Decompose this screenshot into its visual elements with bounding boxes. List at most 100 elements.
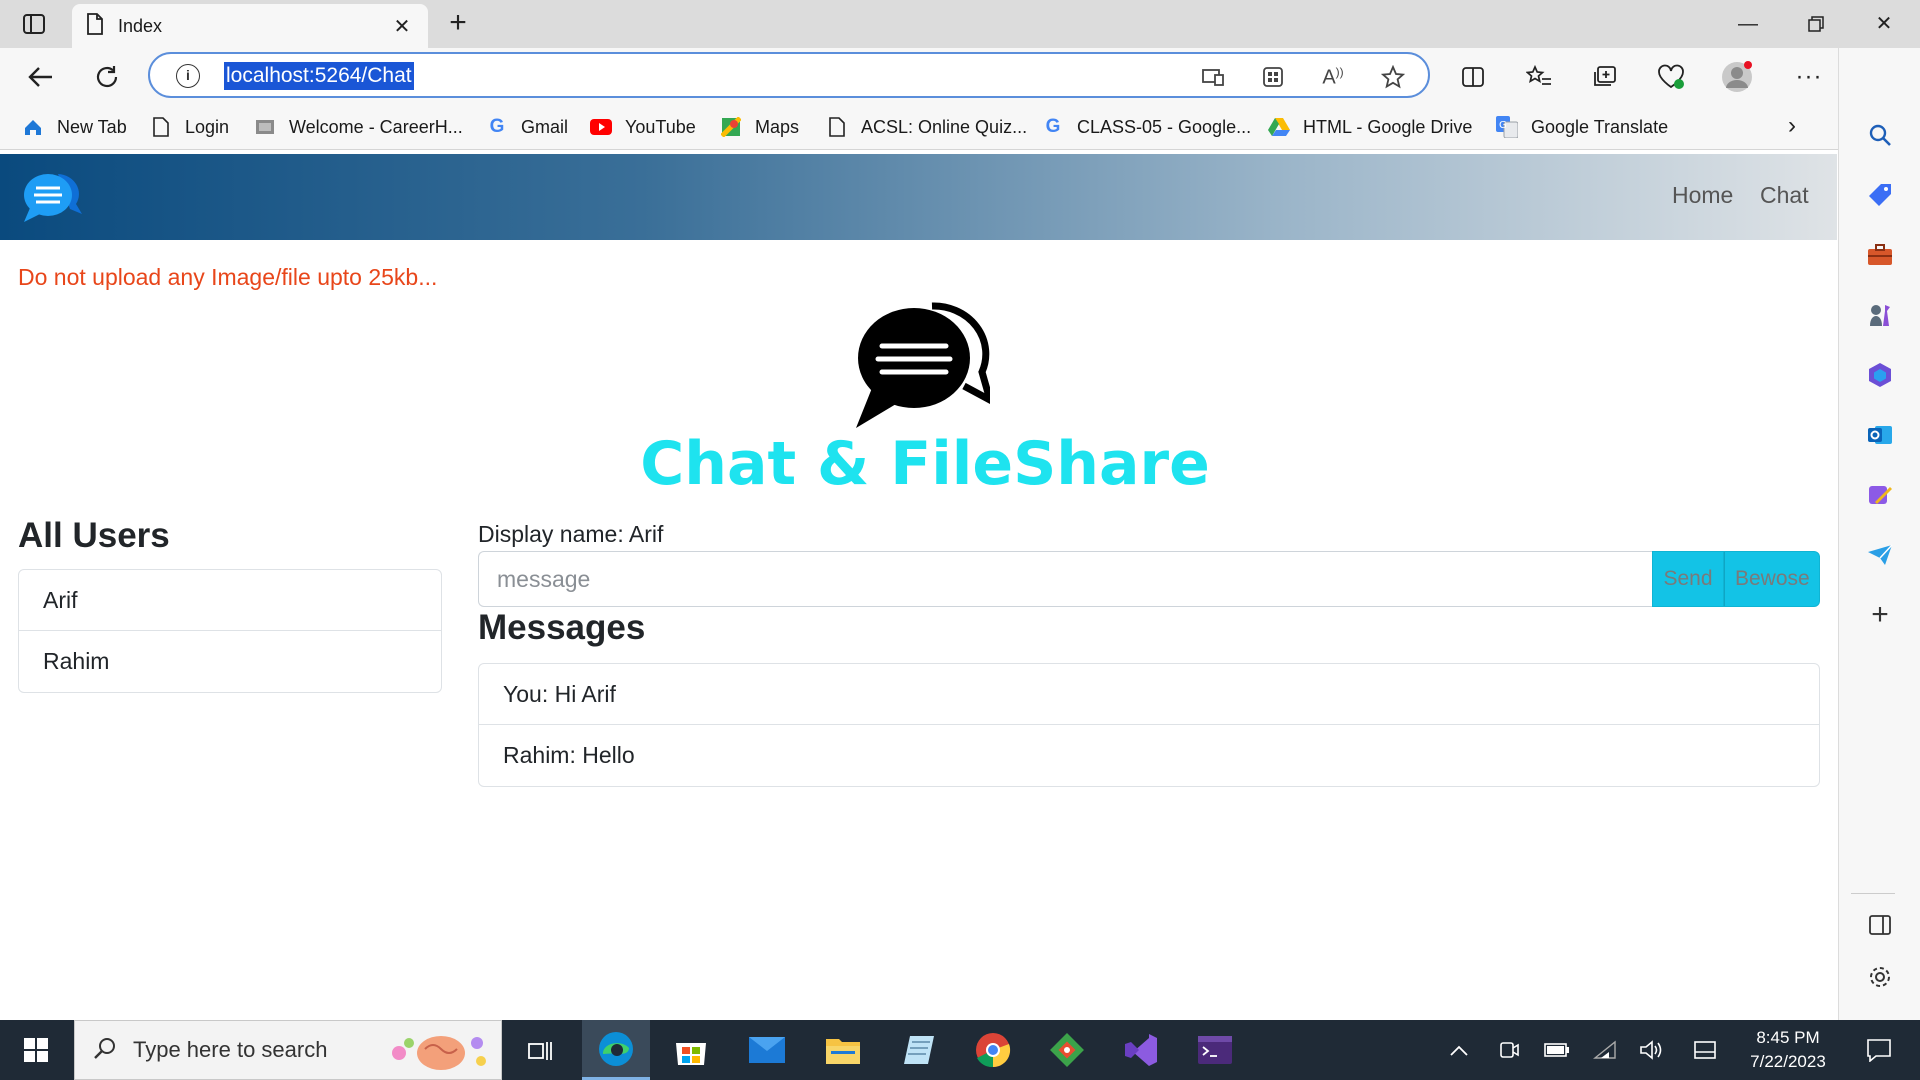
sidebar-divider: [1851, 893, 1895, 894]
bookmark-google-translate[interactable]: G Google Translate: [1496, 114, 1668, 140]
page-title: Chat & FileShare: [640, 429, 1210, 499]
message-item: Rahim: Hello: [503, 742, 635, 768]
chat-bubbles-icon: [850, 296, 996, 432]
restore-icon[interactable]: [1788, 8, 1844, 40]
bookmark-class05[interactable]: G CLASS-05 - Google...: [1042, 114, 1251, 140]
app-available-icon[interactable]: [1200, 64, 1226, 90]
outlook-icon[interactable]: [1863, 418, 1897, 452]
task-view-icon[interactable]: [518, 1020, 562, 1080]
taskbar-notepad-icon[interactable]: [888, 1020, 950, 1080]
volume-icon[interactable]: [1636, 1020, 1666, 1080]
favorites-icon[interactable]: [1522, 60, 1556, 94]
profile-avatar-icon[interactable]: [1720, 60, 1754, 94]
collections-icon[interactable]: [1588, 60, 1622, 94]
svg-text:G: G: [1499, 120, 1507, 131]
windows-start-icon[interactable]: [0, 1020, 72, 1080]
taskbar-terminal-icon[interactable]: [1184, 1020, 1246, 1080]
wifi-icon[interactable]: [1590, 1020, 1620, 1080]
shopping-tag-icon[interactable]: [1863, 178, 1897, 212]
back-arrow-icon[interactable]: [24, 60, 58, 94]
taskbar-git-icon[interactable]: [1036, 1020, 1098, 1080]
taskbar-visual-studio-icon[interactable]: [1110, 1020, 1172, 1080]
taskbar-mail-icon[interactable]: [736, 1020, 798, 1080]
more-options-icon[interactable]: ···: [1792, 60, 1826, 94]
user-item-arif[interactable]: Arif: [19, 570, 441, 631]
taskbar-clock[interactable]: 8:45 PM 7/22/2023: [1728, 1026, 1848, 1074]
split-screen-icon[interactable]: [1456, 60, 1490, 94]
bookmark-careerhub[interactable]: Welcome - CareerH...: [254, 114, 463, 140]
settings-gear-icon[interactable]: [1863, 960, 1897, 994]
users-list: Arif Rahim: [18, 569, 442, 693]
browse-button[interactable]: Bewose: [1724, 551, 1820, 607]
keyboard-layout-icon[interactable]: [1690, 1020, 1720, 1080]
games-chess-icon[interactable]: [1863, 298, 1897, 332]
brain-doodle-icon: [385, 1029, 495, 1080]
page-viewport: Home Chat Do not upload any Image/file u…: [0, 151, 1837, 1020]
search-icon[interactable]: [1863, 118, 1897, 152]
add-icon[interactable]: +: [1863, 598, 1897, 632]
chevron-up-icon[interactable]: [1444, 1020, 1474, 1080]
taskbar-file-explorer-icon[interactable]: [812, 1020, 874, 1080]
meet-now-icon[interactable]: [1494, 1020, 1524, 1080]
page-icon: [150, 116, 172, 138]
bookmark-new-tab[interactable]: New Tab: [22, 114, 127, 140]
refresh-icon[interactable]: [90, 60, 124, 94]
tab-actions-icon[interactable]: [18, 12, 50, 36]
bookmark-html-drive[interactable]: HTML - Google Drive: [1268, 114, 1472, 140]
google-icon: G: [1045, 116, 1061, 137]
microsoft365-icon[interactable]: [1863, 358, 1897, 392]
bookmark-label: Login: [185, 116, 230, 137]
taskbar-search-text: Type here to search: [133, 1037, 328, 1062]
designer-icon[interactable]: [1863, 478, 1897, 512]
browser-tab[interactable]: Index ✕: [72, 4, 428, 48]
address-bar[interactable]: i localhost:5264/Chat A)): [148, 52, 1430, 98]
send-button[interactable]: Send: [1652, 551, 1724, 607]
favorite-star-icon[interactable]: [1380, 64, 1406, 90]
chat-logo-icon[interactable]: [20, 168, 84, 228]
close-window-icon[interactable]: ✕: [1856, 8, 1912, 40]
tab-title: Index: [118, 15, 163, 36]
taskbar-search-box[interactable]: Type here to search: [74, 1020, 502, 1080]
bookmark-acsl[interactable]: ACSL: Online Quiz...: [826, 114, 1027, 140]
taskbar-chrome-icon[interactable]: [962, 1020, 1024, 1080]
read-aloud-icon[interactable]: A)): [1320, 64, 1346, 90]
hide-sidebar-icon[interactable]: [1863, 908, 1897, 942]
bookmark-label: YouTube: [625, 116, 696, 137]
chevron-right-icon[interactable]: ›: [1788, 112, 1796, 140]
tab-strip: Index ✕ + — ✕: [0, 0, 1920, 48]
bookmark-label: CLASS-05 - Google...: [1077, 116, 1252, 137]
tools-briefcase-icon[interactable]: [1863, 238, 1897, 272]
message-input[interactable]: [478, 551, 1652, 607]
page-icon: [826, 116, 848, 138]
message-input-group: Send Bewose: [478, 551, 1820, 607]
qr-code-icon[interactable]: [1260, 64, 1286, 90]
new-tab-button[interactable]: +: [440, 8, 476, 40]
bookmark-label: New Tab: [57, 116, 127, 137]
bookmark-youtube[interactable]: YouTube: [590, 114, 696, 140]
taskbar-edge-icon[interactable]: [582, 1020, 650, 1080]
bookmark-maps[interactable]: Maps: [720, 114, 799, 140]
browser-essentials-icon[interactable]: [1654, 60, 1688, 94]
careerhub-icon: [254, 116, 276, 138]
clock-date: 7/22/2023: [1750, 1052, 1826, 1071]
bookmark-label: Maps: [755, 116, 800, 137]
notifications-icon[interactable]: [1856, 1020, 1902, 1080]
send-plane-icon[interactable]: [1863, 538, 1897, 572]
url-text[interactable]: localhost:5264/Chat: [224, 62, 414, 90]
site-info-icon[interactable]: i: [176, 64, 200, 88]
edge-sidebar: +: [1838, 48, 1920, 1020]
messages-heading: Messages: [478, 608, 646, 647]
bookmark-label: HTML - Google Drive: [1303, 116, 1473, 137]
bookmark-gmail[interactable]: G Gmail: [486, 114, 568, 140]
minimize-icon[interactable]: —: [1720, 8, 1776, 40]
nav-chat-link[interactable]: Chat: [1760, 182, 1809, 209]
battery-icon[interactable]: [1540, 1020, 1574, 1080]
google-icon: G: [489, 116, 505, 137]
close-tab-icon[interactable]: ✕: [390, 14, 414, 39]
nav-home-link[interactable]: Home: [1672, 182, 1733, 209]
taskbar-store-icon[interactable]: [660, 1020, 722, 1080]
user-item-rahim[interactable]: Rahim: [19, 631, 441, 692]
bookmark-login[interactable]: Login: [150, 114, 229, 140]
page-icon: [86, 12, 104, 40]
bookmark-label: ACSL: Online Quiz...: [861, 116, 1028, 137]
